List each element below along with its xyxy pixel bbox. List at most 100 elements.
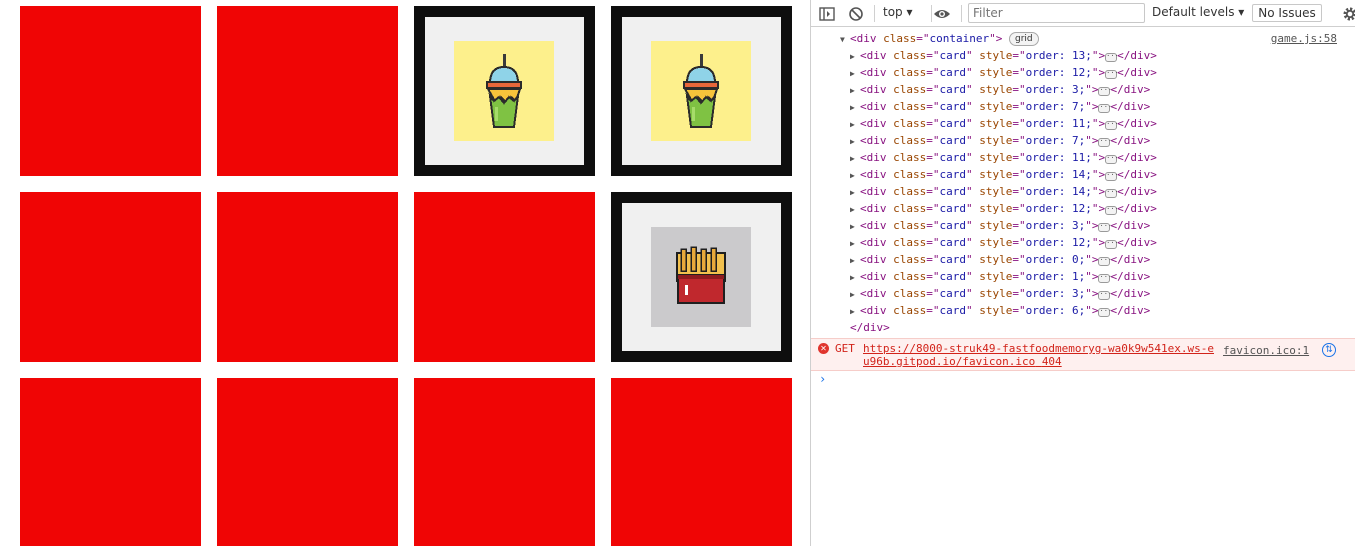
eye-icon[interactable] [933, 5, 951, 23]
slushie-drink-icon [651, 41, 751, 141]
card-element-row[interactable]: ▶ <div class="card" style="order: 14;">··… [850, 183, 1157, 200]
context-selector[interactable]: top ▾ [883, 5, 913, 19]
child-class-value: card [939, 287, 967, 300]
ellipsis-icon[interactable]: ··· [1105, 172, 1119, 181]
card-face-down[interactable] [217, 192, 398, 362]
style-attr: style [979, 304, 1013, 317]
expand-triangle-icon[interactable]: ▶ [850, 116, 860, 133]
style-attr: style [979, 219, 1013, 232]
expand-triangle-icon[interactable]: ▶ [850, 201, 860, 218]
class-attr: class [893, 236, 927, 249]
card-element-row[interactable]: ▶ <div class="card" style="order: 11;">··… [850, 115, 1157, 132]
error-source-link[interactable]: favicon.ico:1 [1223, 344, 1309, 357]
ellipsis-icon[interactable]: ··· [1105, 206, 1119, 215]
card-element-row[interactable]: ▶ <div class="card" style="order: 3;">···… [850, 285, 1150, 302]
expand-triangle-icon[interactable]: ▶ [850, 150, 860, 167]
expand-triangle-icon[interactable]: ▶ [850, 167, 860, 184]
grid-badge[interactable]: grid [1008, 32, 1039, 46]
ellipsis-icon[interactable]: ··· [1105, 70, 1119, 79]
expand-triangle-icon[interactable]: ▶ [850, 133, 860, 150]
ellipsis-icon[interactable]: ··· [1098, 257, 1112, 266]
card-element-row[interactable]: ▶ <div class="card" style="order: 14;">··… [850, 166, 1157, 183]
card-element-row[interactable]: ▶ <div class="card" style="order: 7;">···… [850, 98, 1150, 115]
ellipsis-icon[interactable]: ··· [1098, 87, 1112, 96]
card-face-down[interactable] [217, 378, 398, 546]
expand-triangle-icon[interactable]: ▶ [850, 82, 860, 99]
error-icon: ✕ [818, 343, 829, 354]
expand-triangle-icon[interactable]: ▶ [850, 184, 860, 201]
child-style-value: order: 11; [1025, 151, 1092, 164]
expand-triangle-icon[interactable]: ▶ [850, 252, 860, 269]
ellipsis-icon[interactable]: ··· [1105, 189, 1119, 198]
collapse-triangle-icon[interactable]: ▼ [840, 31, 850, 48]
child-style-value: order: 3; [1025, 83, 1086, 96]
sidebar-toggle-icon[interactable] [818, 5, 836, 23]
expand-triangle-icon[interactable]: ▶ [850, 65, 860, 82]
card-face-down[interactable] [20, 192, 201, 362]
ellipsis-icon[interactable]: ··· [1098, 223, 1112, 232]
child-style-value: order: 3; [1025, 219, 1086, 232]
card-element-row[interactable]: ▶ <div class="card" style="order: 6;">···… [850, 302, 1150, 319]
gear-icon[interactable] [1341, 5, 1355, 23]
style-attr: style [979, 168, 1013, 181]
card-element-row[interactable]: ▶ <div class="card" style="order: 13;">··… [850, 47, 1157, 64]
ellipsis-icon[interactable]: ··· [1105, 155, 1119, 164]
expand-triangle-icon[interactable]: ▶ [850, 286, 860, 303]
card-element-row[interactable]: ▶ <div class="card" style="order: 3;">···… [850, 81, 1150, 98]
ellipsis-icon[interactable]: ··· [1098, 291, 1112, 300]
card-element-row[interactable]: ▶ <div class="card" style="order: 0;">···… [850, 251, 1150, 268]
card-face-down[interactable] [414, 192, 595, 362]
child-close-tag: div [1130, 49, 1151, 62]
ellipsis-icon[interactable]: ··· [1098, 308, 1112, 317]
child-close-tag: div [1123, 100, 1144, 113]
container-element-row[interactable]: ▼ <div class="container"> grid [840, 30, 1039, 47]
issues-button[interactable]: No Issues [1252, 4, 1322, 22]
expand-triangle-icon[interactable]: ▶ [850, 99, 860, 116]
card-face-down[interactable] [20, 378, 201, 546]
expand-triangle-icon[interactable]: ▶ [850, 269, 860, 286]
card-face-up[interactable] [611, 192, 792, 362]
expand-triangle-icon[interactable]: ▶ [850, 48, 860, 65]
child-style-value: order: 14; [1025, 168, 1092, 181]
ellipsis-icon[interactable]: ··· [1098, 104, 1112, 113]
ellipsis-icon[interactable]: ··· [1098, 138, 1112, 147]
card-inner [425, 17, 584, 165]
child-tag-name: div [866, 236, 887, 249]
expand-triangle-icon[interactable]: ▶ [850, 218, 860, 235]
card-face-down[interactable] [217, 6, 398, 176]
expand-triangle-icon[interactable]: ▶ [850, 235, 860, 252]
style-attr: style [979, 100, 1013, 113]
card-element-row[interactable]: ▶ <div class="card" style="order: 12;">··… [850, 200, 1157, 217]
clear-console-icon[interactable] [847, 5, 865, 23]
ellipsis-icon[interactable]: ··· [1105, 121, 1119, 130]
child-close-tag: div [1130, 202, 1151, 215]
card-face-up[interactable] [414, 6, 595, 176]
card-face-down[interactable] [414, 378, 595, 546]
card-element-row[interactable]: ▶ <div class="card" style="order: 1;">···… [850, 268, 1150, 285]
card-face-down[interactable] [20, 6, 201, 176]
child-tag-name: div [866, 134, 887, 147]
card-element-row[interactable]: ▶ <div class="card" style="order: 12;">··… [850, 64, 1157, 81]
card-element-row[interactable]: ▶ <div class="card" style="order: 3;">···… [850, 217, 1150, 234]
ellipsis-icon[interactable]: ··· [1098, 274, 1112, 283]
error-url-link[interactable]: https://8000-struk49-fastfoodmemoryg-wa0… [863, 342, 1214, 368]
child-style-value: order: 3; [1025, 287, 1086, 300]
log-levels-dropdown[interactable]: Default levels ▾ [1152, 5, 1244, 19]
network-request-icon[interactable]: ⇅ [1322, 343, 1336, 357]
ellipsis-icon[interactable]: ··· [1105, 53, 1119, 62]
style-attr: style [979, 117, 1013, 130]
card-element-row[interactable]: ▶ <div class="card" style="order: 11;">··… [850, 149, 1157, 166]
expand-triangle-icon[interactable]: ▶ [850, 303, 860, 320]
filter-input[interactable] [968, 3, 1145, 23]
card-face-down[interactable] [611, 378, 792, 546]
card-face-up[interactable] [611, 6, 792, 176]
console-prompt[interactable]: › [819, 372, 826, 386]
style-attr: style [979, 185, 1013, 198]
card-element-row[interactable]: ▶ <div class="card" style="order: 12;">··… [850, 234, 1157, 251]
ellipsis-icon[interactable]: ··· [1105, 240, 1119, 249]
chevron-down-icon: ▾ [906, 5, 913, 19]
child-style-value: order: 7; [1025, 134, 1086, 147]
card-element-row[interactable]: ▶ <div class="card" style="order: 7;">···… [850, 132, 1150, 149]
source-link[interactable]: game.js:58 [1271, 30, 1337, 47]
child-class-value: card [939, 117, 967, 130]
